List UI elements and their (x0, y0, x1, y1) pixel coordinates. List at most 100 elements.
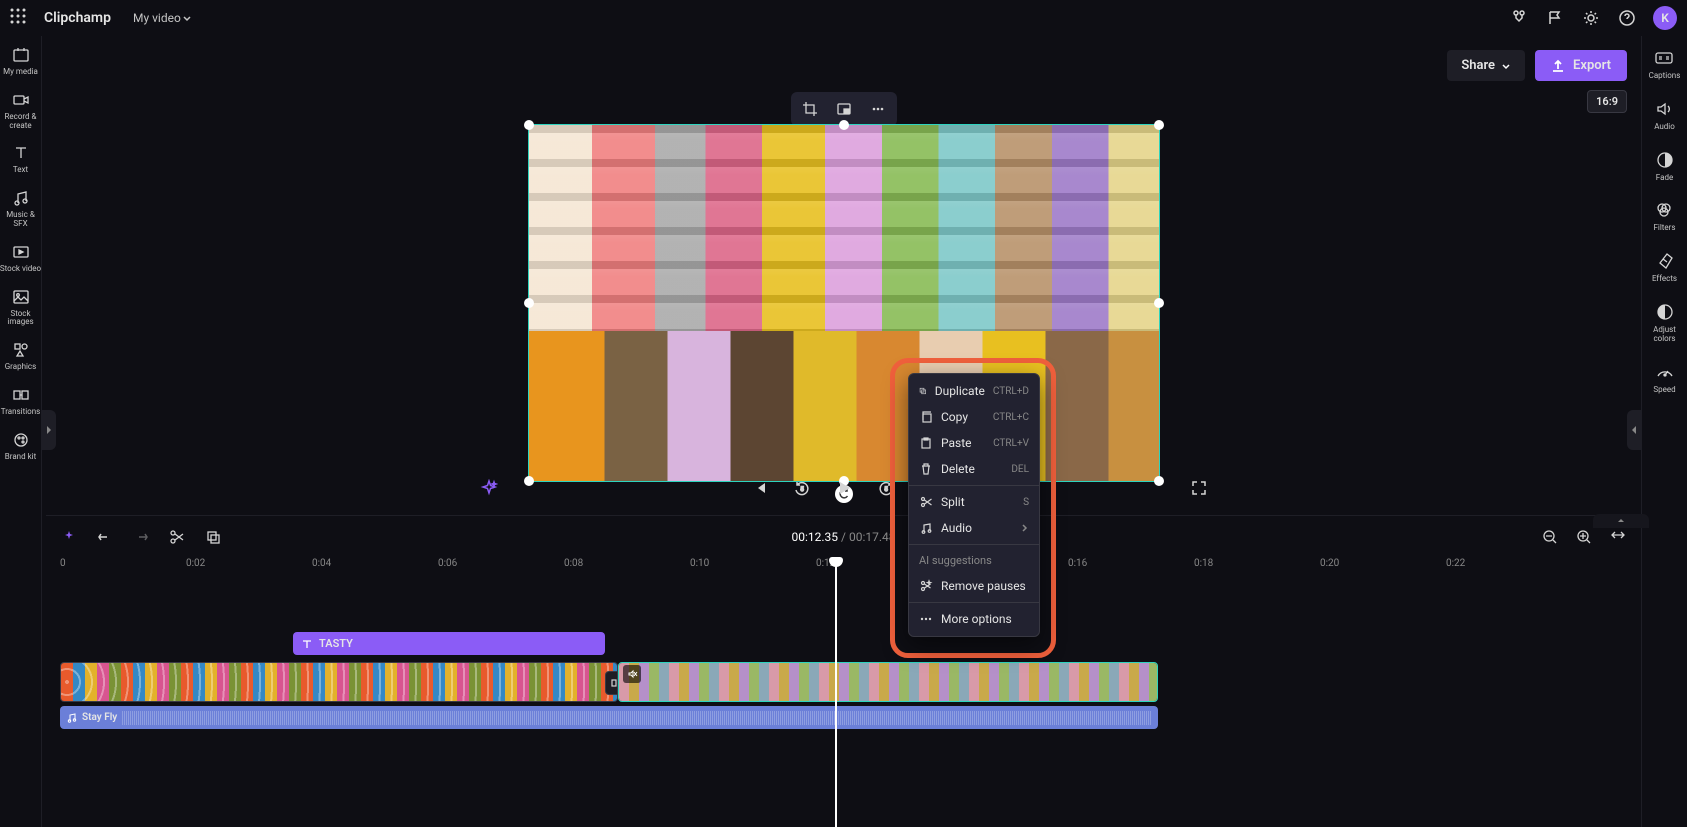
panel-adjust-colors[interactable]: Adjust colors (1642, 302, 1687, 344)
undo-icon[interactable] (92, 524, 118, 550)
resize-handle-tl[interactable] (524, 120, 534, 130)
clip-thumbnail-strip (619, 663, 1157, 701)
music-note-icon (66, 712, 77, 723)
skip-start-icon[interactable] (748, 476, 772, 500)
upgrade-icon[interactable] (1501, 0, 1537, 36)
fullscreen-icon[interactable] (1187, 476, 1211, 500)
copy-clip-icon[interactable] (200, 524, 226, 550)
text-clip[interactable]: TASTY (293, 632, 605, 655)
app-header: Clipchamp My video K (0, 0, 1687, 36)
menu-more-options[interactable]: More options (909, 606, 1039, 632)
sidebar-my-media[interactable]: My media (0, 46, 42, 77)
panel-filters[interactable]: Filters (1653, 200, 1675, 233)
duplicate-icon (919, 384, 927, 398)
forward-icon[interactable]: 5 (874, 476, 898, 500)
zoom-out-icon[interactable] (1537, 524, 1563, 550)
timeline-time-display: 00:12.35 / 00:17.48 (792, 530, 896, 544)
chevron-right-icon (1019, 523, 1029, 533)
scissors-icon (919, 495, 933, 509)
menu-ai-header: AI suggestions (909, 548, 1039, 573)
ai-wand-icon[interactable] (56, 524, 82, 550)
panel-captions[interactable]: Captions (1649, 48, 1681, 81)
panel-audio[interactable]: Audio (1654, 99, 1675, 132)
trash-icon (919, 462, 933, 476)
sidebar-music-sfx[interactable]: Music & SFX (0, 189, 42, 229)
resize-handle-br[interactable] (1154, 476, 1164, 486)
panel-speed[interactable]: Speed (1653, 362, 1675, 395)
ruler-tick: 0:02 (186, 558, 205, 569)
panel-effects[interactable]: Effects (1652, 251, 1677, 284)
redo-icon[interactable] (128, 524, 154, 550)
settings-gear-icon[interactable] (1573, 0, 1609, 36)
resize-handle-bl[interactable] (524, 476, 534, 486)
menu-paste[interactable]: Paste CTRL+V (909, 430, 1039, 456)
menu-split[interactable]: Split S (909, 489, 1039, 515)
scissors-split-icon[interactable] (164, 524, 190, 550)
left-sidebar-expand[interactable] (42, 410, 56, 450)
menu-delete[interactable]: Delete DEL (909, 456, 1039, 482)
project-name-dropdown[interactable]: My video (133, 11, 193, 25)
playhead[interactable] (835, 558, 837, 827)
clip-mute-icon[interactable] (623, 665, 641, 683)
resize-handle-mt[interactable] (839, 120, 849, 130)
ai-sparkle-button[interactable] (477, 476, 501, 500)
crop-icon[interactable] (795, 96, 825, 122)
ruler-tick: 0:16 (1068, 558, 1087, 569)
pip-icon[interactable] (829, 96, 859, 122)
remove-pauses-icon (919, 579, 933, 593)
sidebar-stock-images[interactable]: Stock images (0, 288, 42, 328)
text-icon (301, 638, 313, 650)
more-dots-icon[interactable] (863, 96, 893, 122)
preview-frame[interactable] (528, 124, 1160, 482)
ruler-tick: 0:18 (1194, 558, 1213, 569)
brand-name: Clipchamp (44, 10, 111, 26)
help-icon[interactable] (1609, 0, 1645, 36)
apps-grid-icon[interactable] (10, 8, 30, 28)
zoom-in-icon[interactable] (1571, 524, 1597, 550)
more-dots-icon (919, 612, 933, 626)
sidebar-brand-kit[interactable]: Brand kit (0, 431, 42, 462)
timeline-tracks: TASTY Stay Fly (60, 586, 1627, 827)
menu-audio[interactable]: Audio (909, 515, 1039, 541)
right-sidebar: Captions Audio Fade Filters Effects Adju… (1641, 36, 1687, 827)
resize-handle-ml[interactable] (524, 298, 534, 308)
context-menu: Duplicate CTRL+D Copy CTRL+C Paste CTRL+… (908, 373, 1040, 637)
sidebar-graphics[interactable]: Graphics (0, 341, 42, 372)
sidebar-record-create[interactable]: Record & create (0, 91, 42, 131)
menu-divider (909, 485, 1039, 486)
panel-fade[interactable]: Fade (1655, 150, 1675, 183)
resize-handle-mr[interactable] (1154, 298, 1164, 308)
svg-text:5: 5 (884, 486, 888, 493)
clip-thumbnail-strip (61, 663, 617, 701)
sidebar-stock-video[interactable]: Stock video (0, 243, 42, 274)
sidebar-transitions[interactable]: Transitions (0, 386, 42, 417)
timeline-ruler[interactable]: 00:020:040:060:080:100:120:140:160:180:2… (60, 558, 1627, 582)
menu-divider (909, 602, 1039, 603)
fit-zoom-icon[interactable] (1605, 524, 1631, 550)
timeline-toolbar: 00:12.35 / 00:17.48 (56, 516, 1631, 558)
video-clip-1[interactable] (60, 662, 618, 702)
user-avatar[interactable]: K (1653, 6, 1677, 30)
ruler-tick: 0:04 (312, 558, 331, 569)
project-name-label: My video (133, 11, 181, 25)
menu-duplicate[interactable]: Duplicate CTRL+D (909, 378, 1039, 404)
paste-icon (919, 436, 933, 450)
timeline-section: 00:12.35 / 00:17.48 00:020:040:060:080:1… (46, 515, 1641, 827)
menu-copy[interactable]: Copy CTRL+C (909, 404, 1039, 430)
ruler-tick: 0:08 (564, 558, 583, 569)
menu-remove-pauses[interactable]: Remove pauses (909, 573, 1039, 599)
transition-badge-icon[interactable] (605, 671, 618, 695)
rewind-icon[interactable]: 5 (790, 476, 814, 500)
waveform (122, 711, 1152, 725)
audio-clip[interactable]: Stay Fly (60, 706, 1158, 729)
audio-note-icon (919, 521, 933, 535)
sidebar-text[interactable]: Text (0, 144, 42, 175)
video-clip-2-selected[interactable] (618, 662, 1158, 702)
ruler-tick: 0:22 (1446, 558, 1465, 569)
play-icon[interactable] (832, 476, 856, 500)
feedback-flag-icon[interactable] (1537, 0, 1573, 36)
menu-divider (909, 544, 1039, 545)
preview-image (529, 125, 1159, 481)
resize-handle-tr[interactable] (1154, 120, 1164, 130)
preview-area (56, 36, 1631, 508)
